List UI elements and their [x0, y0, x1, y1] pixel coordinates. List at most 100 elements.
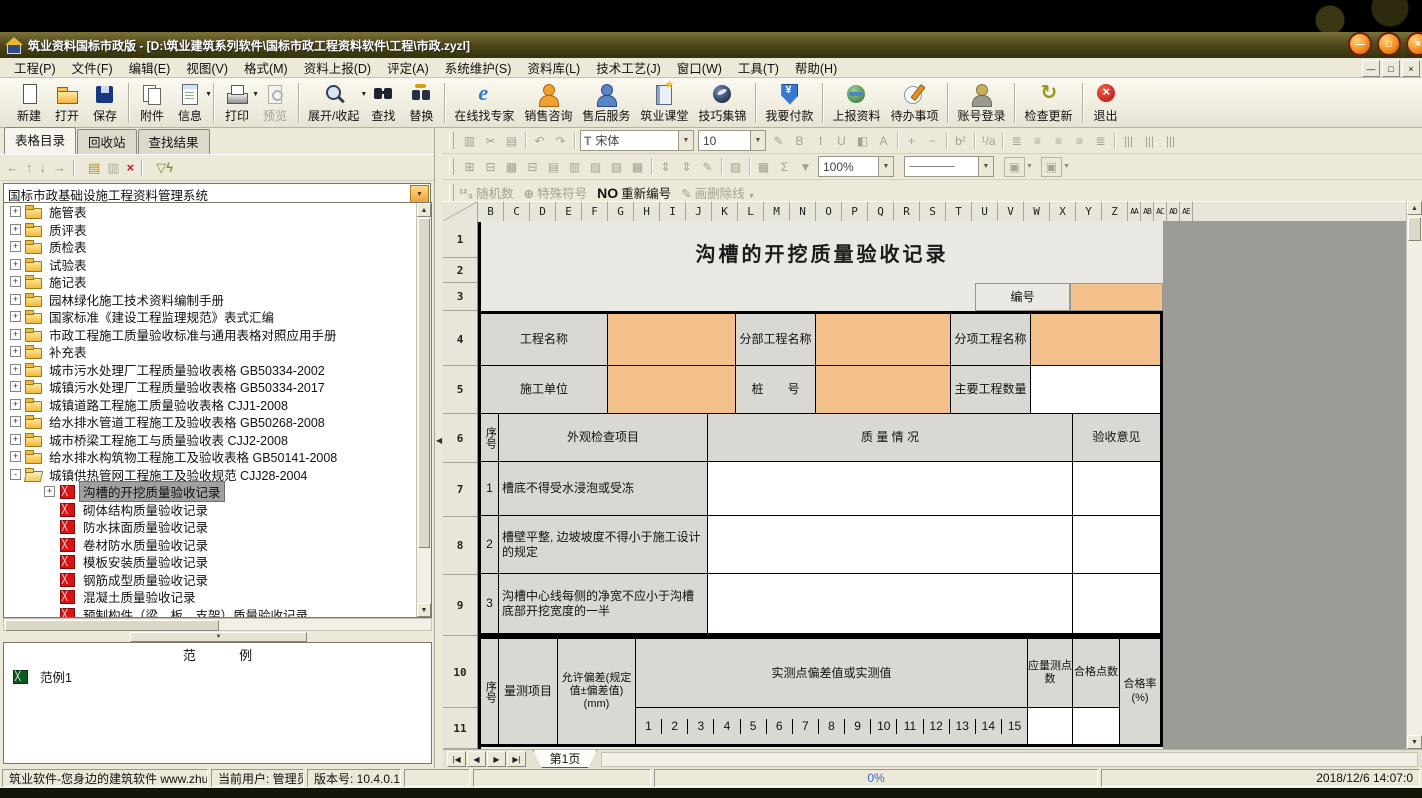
column-header[interactable]: B: [478, 201, 504, 221]
toolbar-button[interactable]: 打印 ▼: [218, 81, 256, 125]
column-header[interactable]: P: [842, 201, 868, 221]
pass-rate-header-cell[interactable]: 合格率(%): [1119, 638, 1161, 745]
panel-splitter-button[interactable]: ▼: [130, 632, 307, 642]
stake-no-input-cell[interactable]: [815, 365, 951, 414]
tree-expander-icon[interactable]: +: [10, 241, 21, 252]
tree-item[interactable]: + 园林绿化施工技术资料编制手册: [4, 291, 431, 309]
format-icon[interactable]: ¹/a: [979, 132, 998, 150]
scrollbar-thumb[interactable]: [1408, 217, 1421, 241]
scroll-up-icon[interactable]: ▲: [1407, 201, 1422, 215]
format-icon[interactable]: ▥: [460, 132, 479, 150]
toolbar-button[interactable]: 销售咨询 ▼: [519, 81, 577, 125]
mdi-minimize-button[interactable]: —: [1362, 60, 1380, 77]
toolbar-button[interactable]: 查找 ▼: [364, 81, 402, 125]
point-number-cell[interactable]: 9: [845, 719, 871, 734]
format-icon[interactable]: |||: [1161, 132, 1180, 150]
check-text-cell[interactable]: 槽壁平整, 边坡坡度不得小于施工设计的规定: [498, 515, 708, 574]
catalog-tool-icon[interactable]: ×: [127, 161, 135, 174]
division-name-input-cell[interactable]: [815, 313, 951, 366]
point-number-cell[interactable]: 12: [924, 719, 950, 734]
random-number-button[interactable]: ¹²₃随机数: [459, 183, 514, 202]
column-header[interactable]: R: [894, 201, 920, 221]
toolbar-button[interactable]: 附件 ▼: [133, 81, 171, 125]
toolbar-button[interactable]: 退出 ▼: [1087, 81, 1125, 125]
row-header[interactable]: 10: [443, 637, 477, 708]
tree-item[interactable]: + 市政工程施工质量验收标准与通用表格对照应用手册: [4, 326, 431, 344]
row-header[interactable]: 11: [443, 708, 477, 749]
tree-item[interactable]: + 施记表: [4, 273, 431, 291]
tree-expander-icon[interactable]: +: [10, 451, 21, 462]
tree-expander-icon[interactable]: +: [10, 311, 21, 322]
row-header[interactable]: 9: [443, 575, 477, 636]
scroll-down-icon[interactable]: ▼: [1407, 735, 1422, 749]
table-tool-icon[interactable]: ⊟: [481, 158, 500, 176]
tree-item[interactable]: + 质检表: [4, 238, 431, 256]
tree-vertical-scrollbar[interactable]: ▲ ▼: [416, 203, 431, 617]
tree-expander-icon[interactable]: +: [10, 381, 21, 392]
catalog-tab[interactable]: 表格目录: [4, 127, 76, 154]
table-tool-icon[interactable]: ▥: [565, 158, 584, 176]
menu-item[interactable]: 工具(T): [730, 57, 787, 78]
form-no-input-cell[interactable]: [1070, 283, 1163, 311]
row-header[interactable]: 3: [443, 283, 477, 311]
menu-item[interactable]: 资料库(L): [519, 57, 588, 78]
table-tool-icon[interactable]: ▨: [726, 158, 745, 176]
toolbar-grip[interactable]: [449, 132, 454, 149]
point-number-cell[interactable]: 7: [793, 719, 819, 734]
catalog-tab[interactable]: 查找结果: [138, 129, 210, 154]
catalog-tool-icon[interactable]: ↓: [40, 161, 47, 174]
format-icon[interactable]: ✂: [481, 132, 500, 150]
row-header[interactable]: 5: [443, 366, 477, 414]
tree-item[interactable]: + 沟槽的开挖质量验收记录: [4, 483, 431, 501]
point-number-cell[interactable]: 2: [662, 719, 688, 734]
renumber-button[interactable]: NO重新编号: [597, 183, 671, 202]
table-tool-icon[interactable]: ⊞: [460, 158, 479, 176]
format-icon[interactable]: ✎: [769, 132, 788, 150]
item-name-input-cell[interactable]: [1030, 313, 1161, 366]
column-header[interactable]: Z: [1102, 201, 1128, 221]
point-number-cell[interactable]: 3: [688, 719, 714, 734]
project-name-input-cell[interactable]: [607, 313, 736, 366]
column-header[interactable]: T: [946, 201, 972, 221]
tree-expander-icon[interactable]: +: [10, 346, 21, 357]
tree-item[interactable]: - 城镇供热管网工程施工及验收规范 CJJ28-2004: [4, 466, 431, 484]
tree-item[interactable]: + 城市污水处理厂工程质量验收表格 GB50334-2002: [4, 361, 431, 379]
tree-expander-icon[interactable]: +: [10, 259, 21, 270]
visual-item-header-cell[interactable]: 外观检查项目: [498, 413, 708, 462]
catalog-tool-icon[interactable]: ↑: [26, 161, 33, 174]
quality-header-cell[interactable]: 质 量 情 况: [707, 413, 1073, 462]
chevron-down-icon[interactable]: ▼: [878, 157, 893, 176]
format-icon[interactable]: b²: [951, 132, 970, 150]
column-header[interactable]: D: [530, 201, 556, 221]
tree-item[interactable]: 混凝土质量验收记录: [4, 588, 431, 606]
column-header[interactable]: G: [608, 201, 634, 221]
menu-item[interactable]: 窗口(W): [669, 57, 730, 78]
point-number-cell[interactable]: 4: [714, 719, 740, 734]
sheet-nav-button[interactable]: |◀: [447, 751, 466, 767]
item-name-label-cell[interactable]: 分项工程名称: [950, 313, 1031, 366]
menu-item[interactable]: 编辑(E): [121, 57, 179, 78]
toolbar-button[interactable]: 保存 ▼: [86, 81, 124, 125]
check-no-cell[interactable]: 3: [480, 573, 499, 634]
tolerance-header-cell[interactable]: 允许偏差(规定值±偏差值)(mm): [557, 638, 636, 745]
toolbar-button[interactable]: 在线找专家 ▼: [449, 81, 519, 125]
toolbar-grip[interactable]: [449, 158, 454, 175]
tree-item[interactable]: 砌体结构质量验收记录: [4, 501, 431, 519]
tree-expander-icon[interactable]: +: [10, 434, 21, 445]
minimize-button[interactable]: —: [1348, 32, 1372, 56]
column-header[interactable]: X: [1050, 201, 1076, 221]
format-icon[interactable]: ≣: [1091, 132, 1110, 150]
contractor-input-cell[interactable]: [607, 365, 736, 414]
chevron-down-icon[interactable]: ▼: [978, 157, 993, 176]
point-number-cell[interactable]: 10: [871, 719, 897, 734]
column-header[interactable]: J: [686, 201, 712, 221]
contractor-label-cell[interactable]: 施工单位: [480, 365, 608, 414]
menu-item[interactable]: 文件(F): [64, 57, 121, 78]
main-qty-input-cell[interactable]: [1030, 365, 1161, 414]
dropdown-arrow-icon[interactable]: ▼: [205, 91, 212, 98]
column-header[interactable]: K: [712, 201, 738, 221]
toolbar-button[interactable]: 打开 ▼: [48, 81, 86, 125]
toolbar-button[interactable]: 检查更新 ▼: [1019, 81, 1077, 125]
format-icon[interactable]: ↷: [551, 132, 570, 150]
acceptance-input-cell[interactable]: [1072, 515, 1161, 574]
